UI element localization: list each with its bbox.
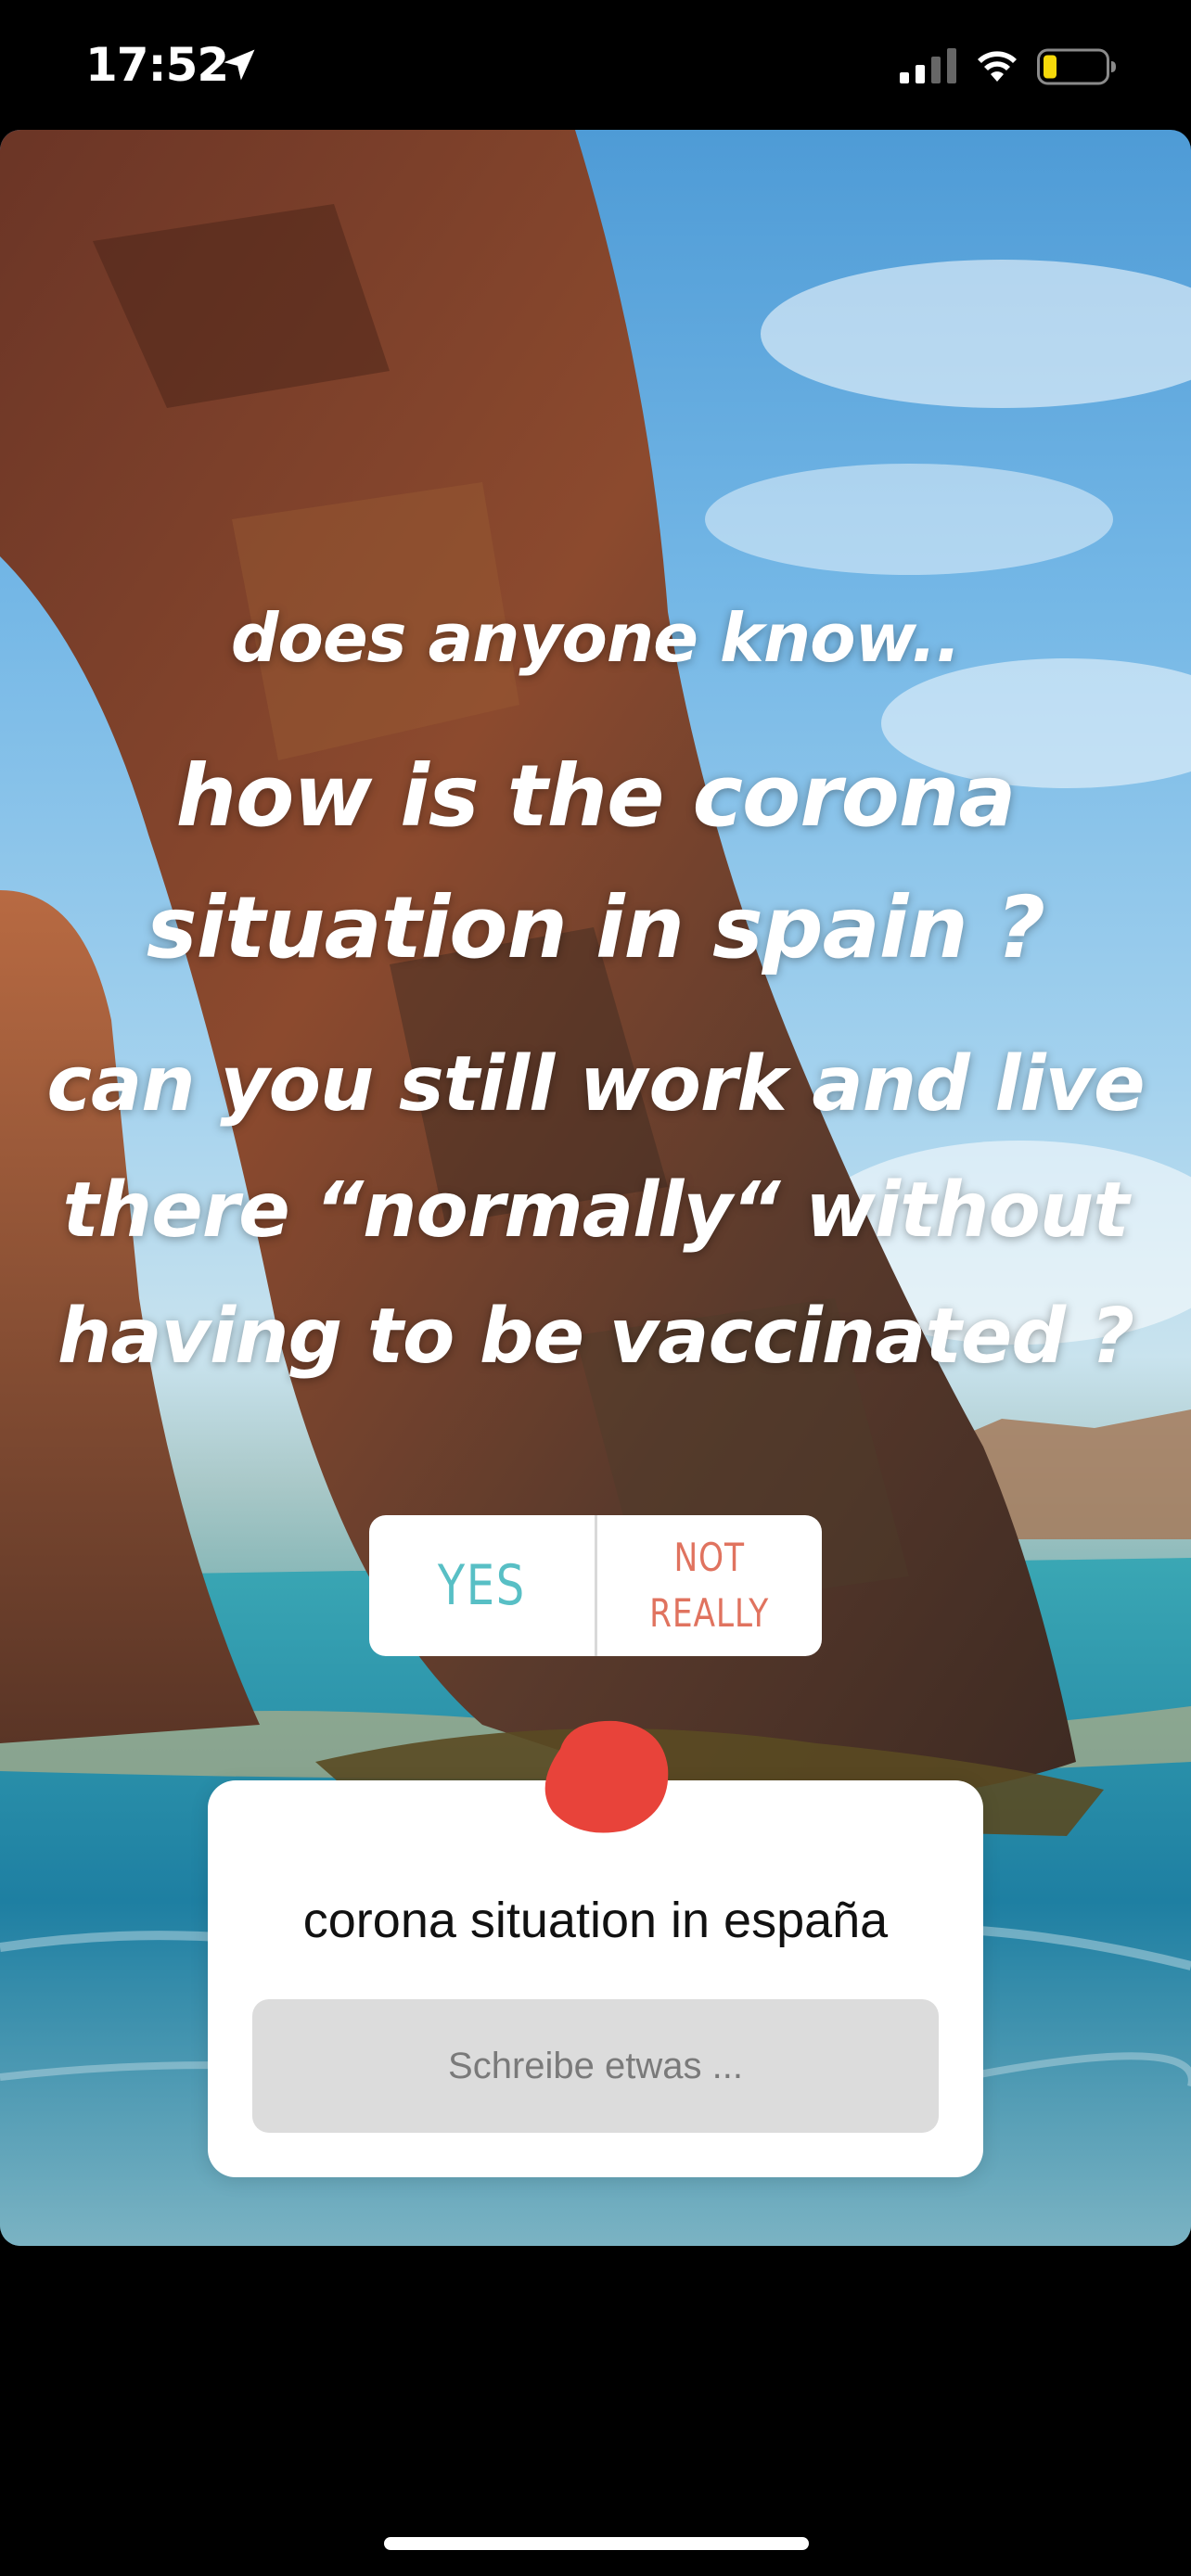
redacted-avatar: [544, 1720, 669, 1833]
wifi-icon: [978, 51, 1017, 82]
question-title: corona situation in españa: [302, 1893, 889, 1948]
poll-option-not-really[interactable]: NOT REALLY: [597, 1515, 823, 1656]
cellular-signal-icon: [900, 48, 956, 83]
poll-option-not-really-label: NOT REALLY: [649, 1530, 769, 1641]
home-indicator[interactable]: [384, 2537, 809, 2550]
story-text-intro: does anyone know..: [230, 599, 961, 677]
question-answer-input[interactable]: Schreibe etwas ...: [252, 1999, 939, 2133]
poll-option-yes-label: YES: [437, 1553, 526, 1618]
status-bar: 17:52: [0, 0, 1191, 130]
poll-sticker: YES NOT REALLY: [369, 1515, 822, 1656]
status-time: 17:52: [85, 38, 229, 92]
poll-option-no-line2: REALLY: [649, 1590, 770, 1636]
poll-option-no-line1: NOT: [673, 1535, 745, 1580]
story-text-details: can you still work and live there “norma…: [46, 1040, 1145, 1381]
story-text-question: how is the corona situation in spain ?: [146, 746, 1045, 977]
location-arrow-icon: [224, 49, 255, 81]
question-sticker: corona situation in españa Schreibe etwa…: [208, 1780, 983, 2177]
battery-low-icon: [1037, 48, 1116, 85]
poll-option-yes[interactable]: YES: [369, 1515, 595, 1656]
